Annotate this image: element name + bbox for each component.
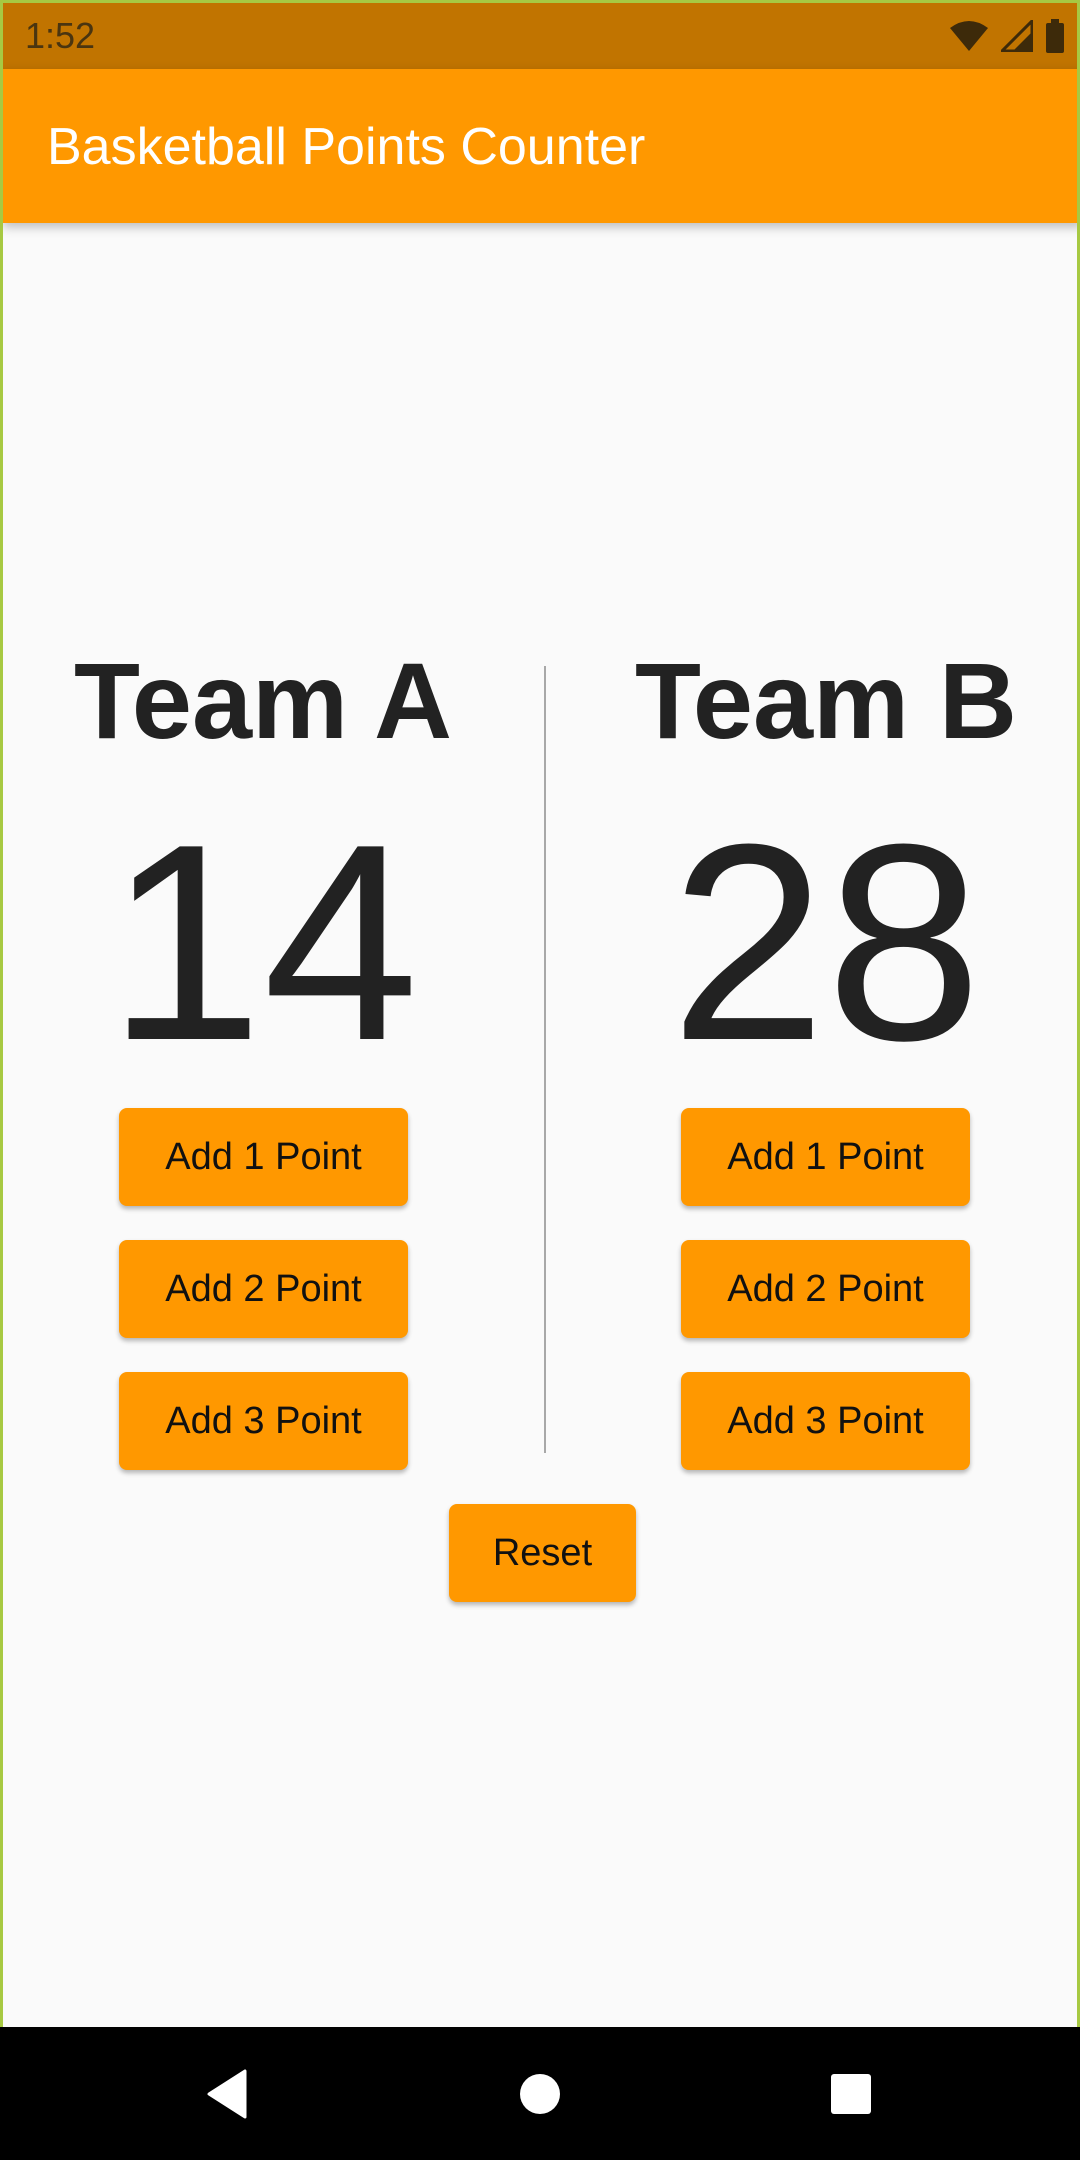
reset-button[interactable]: Reset (449, 1504, 636, 1602)
team-b-add-1-button[interactable]: Add 1 Point (681, 1108, 970, 1206)
back-icon[interactable] (196, 2063, 258, 2125)
team-b-name: Team B (634, 640, 1018, 761)
team-a-score: 14 (107, 787, 419, 1099)
status-bar: 1:52 (3, 3, 1077, 69)
team-b-add-2-button[interactable]: Add 2 Point (681, 1240, 970, 1338)
app-bar: Basketball Points Counter (3, 69, 1077, 223)
home-icon[interactable] (509, 2063, 571, 2125)
team-divider (544, 666, 546, 1453)
app-title: Basketball Points Counter (47, 118, 646, 176)
team-a-add-3-button[interactable]: Add 3 Point (119, 1372, 408, 1470)
team-a-name: Team A (73, 640, 453, 761)
team-b-score: 28 (670, 787, 982, 1099)
status-icons (949, 17, 1065, 55)
team-b-add-3-button[interactable]: Add 3 Point (681, 1372, 970, 1470)
recents-icon[interactable] (820, 2063, 882, 2125)
team-a-add-1-button[interactable]: Add 1 Point (119, 1108, 408, 1206)
navigation-bar (0, 2027, 1080, 2160)
status-time: 1:52 (25, 15, 96, 56)
wifi-icon (949, 20, 989, 52)
signal-icon (1001, 20, 1033, 52)
app-screen: 1:52 Basketball Points Counter Team A 14… (0, 0, 1080, 2160)
battery-icon (1045, 19, 1065, 53)
team-a-add-2-button[interactable]: Add 2 Point (119, 1240, 408, 1338)
